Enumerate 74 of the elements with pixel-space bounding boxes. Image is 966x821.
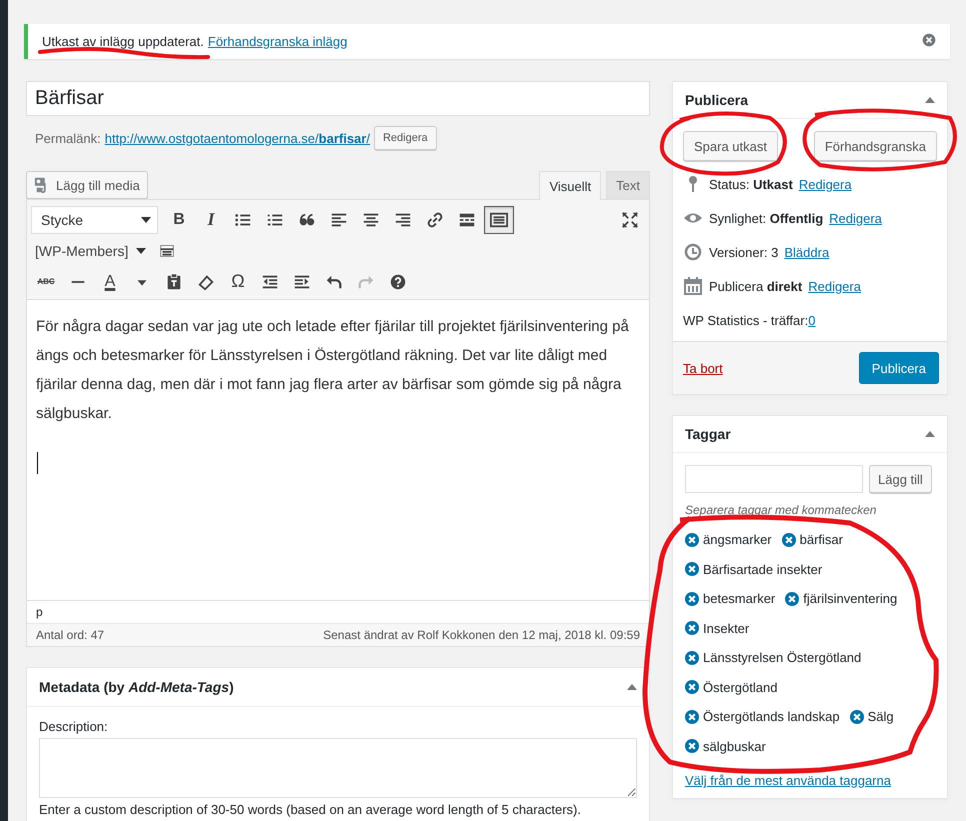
collapse-icon[interactable] <box>925 97 935 103</box>
remove-tag-icon[interactable] <box>685 650 699 665</box>
setting-link[interactable]: Redigera <box>798 176 852 192</box>
members-dropdown[interactable]: [WP-Members] <box>31 238 150 262</box>
tag-label: Insekter <box>703 620 750 636</box>
preview-button[interactable]: Förhandsgranska <box>814 131 937 161</box>
permalink-link[interactable]: http://www.ostgotaentomologerna.se/barfisar/ <box>104 130 370 146</box>
post-paragraph: För några dagar sedan var jag ute och letade efter fjärilar till projektet fjärilsinventering på ängs och betesmarker för Länsstyrelsen i Östergötland räkning. Det var lite dåligt med fjärilar denna dag, men där i mot fann jag flera arter av bärfisar som gömde sig på några sälgbuskar. <box>36 317 630 424</box>
tag-label: Östergötlands landskap <box>703 709 840 724</box>
tag-label: Östergötland <box>703 680 778 695</box>
edit-permalink-button[interactable]: Redigera <box>374 126 437 150</box>
panel-title: Taggar <box>685 426 731 442</box>
special-character-button[interactable]: Ω <box>223 268 253 296</box>
statistics-label: WP Statistics - träffar: <box>683 312 808 328</box>
remove-tag-icon[interactable] <box>685 592 699 606</box>
collapse-icon[interactable] <box>925 431 935 437</box>
tag-label: ängsmarker <box>703 532 772 548</box>
remove-tag-icon[interactable] <box>685 532 699 547</box>
last-edited-text: Senast ändrat av Rolf Kokkonen den 12 maj, 2018 kl. 09:59 <box>323 628 640 642</box>
text-color-button[interactable]: A <box>95 268 125 296</box>
hits-link[interactable]: 0 <box>808 312 816 328</box>
publish-button[interactable]: Publicera <box>858 352 939 384</box>
tag-label: fjärilsinventering <box>803 591 898 606</box>
remove-tag-icon[interactable] <box>685 710 699 724</box>
add-tag-button[interactable]: Lägg till <box>869 465 932 493</box>
editor-tab[interactable]: Text <box>606 171 650 199</box>
tag-label: sälgbuskar <box>703 738 766 754</box>
setting-link[interactable]: Redigera <box>829 210 882 226</box>
choose-tags-link[interactable]: Välj från de mest använda taggarna <box>685 773 891 788</box>
tag-input-field[interactable] <box>685 465 863 493</box>
publish-setting: Publicera direkt <box>709 278 802 294</box>
bold-button[interactable]: B <box>164 206 194 234</box>
remove-tag-icon[interactable] <box>685 621 699 636</box>
remove-tag-icon[interactable] <box>782 532 796 547</box>
tag-label: bärfisar <box>800 532 843 548</box>
publish-setting: Synlighet: Offentlig <box>709 210 824 226</box>
collapse-icon[interactable] <box>627 684 637 690</box>
help-text: Enter a custom description of 30-50 words (based on an average word length of 5 characters). <box>39 802 582 817</box>
permalink-label: Permalänk: <box>35 130 101 146</box>
remove-tag-icon[interactable] <box>685 680 699 694</box>
setting-link[interactable]: Bläddra <box>784 244 830 260</box>
remove-tag-icon[interactable] <box>785 592 800 606</box>
remove-tag-icon[interactable] <box>685 562 699 576</box>
publish-setting: Status: Utkast <box>709 176 793 192</box>
preview-post-link[interactable]: Förhandsgranska inlägg <box>208 34 348 49</box>
field-label: Description: <box>39 719 109 734</box>
setting-link[interactable]: Redigera <box>808 278 861 294</box>
title-field[interactable]: Bärfisar <box>26 81 650 116</box>
format-dropdown[interactable]: Stycke <box>31 206 158 234</box>
strikethrough-button[interactable]: ABC <box>31 268 61 296</box>
tag-label: betesmarker <box>703 591 776 606</box>
publish-setting: Versioner: 3 <box>709 244 778 260</box>
tag-label: Bärfisartade insekter <box>703 562 822 577</box>
save-draft-button[interactable]: Spara utkast <box>683 131 778 161</box>
history-icon <box>683 242 703 262</box>
remove-tag-icon[interactable] <box>685 739 699 754</box>
editor-tab[interactable]: Visuellt <box>539 171 602 200</box>
toolbar-toggle-button[interactable] <box>484 206 514 234</box>
notice-message: Utkast av inlägg uppdaterat. <box>42 34 204 49</box>
italic-button[interactable]: I <box>196 206 226 234</box>
add-media-button[interactable]: Lägg till media <box>26 171 148 199</box>
dismiss-icon <box>922 33 936 47</box>
description-field[interactable] <box>39 738 637 798</box>
word-count: Antal ord: 47 <box>36 628 104 642</box>
calendar-icon <box>683 276 703 296</box>
tag-label: Länsstyrelsen Östergötland <box>703 650 862 666</box>
text-cursor <box>37 452 38 474</box>
element-path: p <box>36 605 43 619</box>
keyboard-icon <box>490 210 508 228</box>
panel-title: Publicera <box>685 92 748 108</box>
remove-tag-icon[interactable] <box>850 710 864 724</box>
tag-label: Sälg <box>868 709 894 724</box>
panel-title: Metadata (by Add-Meta-Tags) <box>39 679 234 695</box>
trash-link[interactable]: Ta bort <box>683 360 723 376</box>
